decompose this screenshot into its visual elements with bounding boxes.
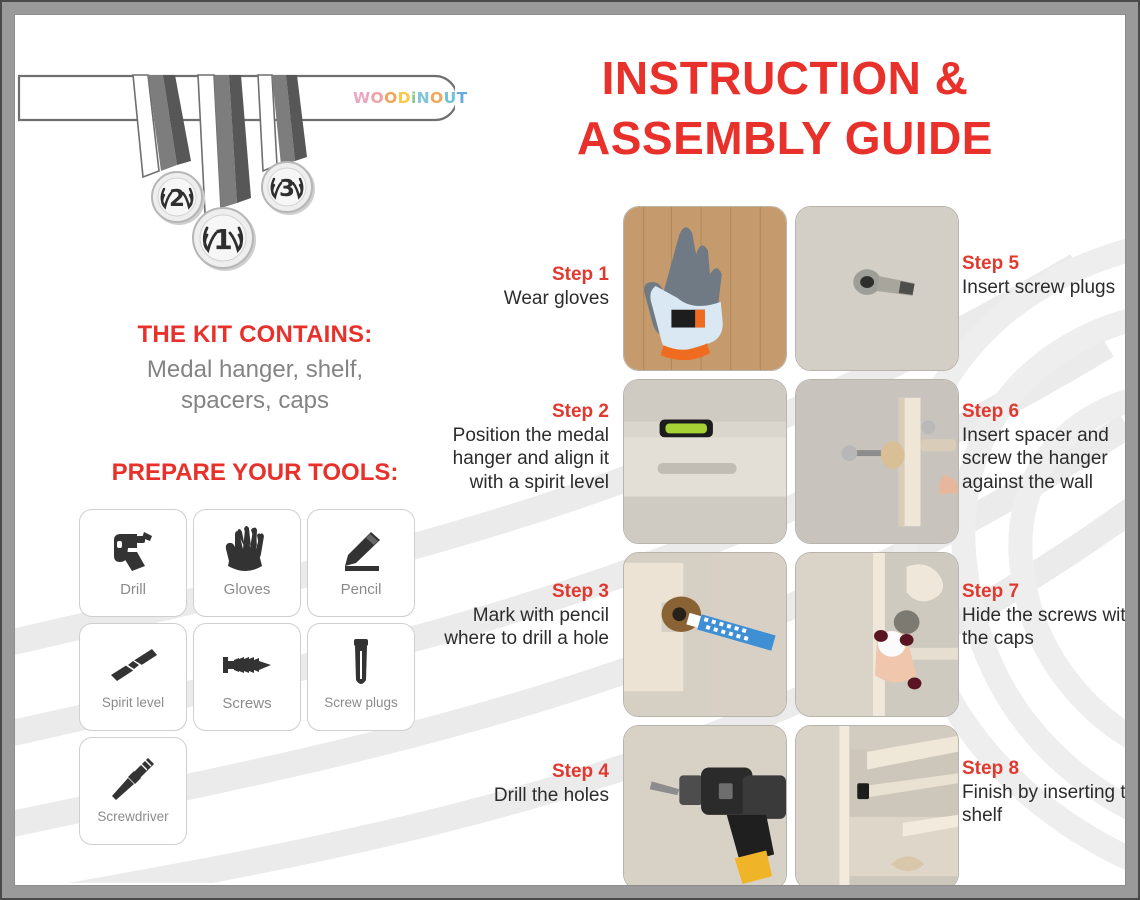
kit-body-line-2: spacers, caps	[180, 386, 330, 414]
svg-text:2: 2	[169, 186, 185, 212]
logo-letter-1: O	[370, 89, 385, 107]
gloves-on-wood-photo	[623, 206, 787, 371]
step-8-text: Finish by inserting the shelf	[962, 781, 1126, 827]
step-caption-4: Step 4 Drill the holes	[429, 760, 609, 807]
step-4-text: Drill the holes	[493, 784, 609, 806]
screw-icon	[221, 636, 273, 694]
step-4-number: Step 4	[551, 761, 609, 782]
drilling-wall-photo	[623, 725, 787, 885]
step-1-text: Wear gloves	[503, 287, 609, 309]
kit-contains-section: THE KIT CONTAINS: Medal hanger, shelf, s…	[75, 321, 435, 416]
step-caption-1: Step 1 Wear gloves	[429, 263, 609, 310]
page-title: INSTRUCTION & ASSEMBLY GUIDE	[515, 49, 1055, 169]
step-2-number: Step 2	[551, 401, 609, 422]
step-2-text: Position the medal hanger and align it w…	[452, 424, 609, 493]
step-caption-8: Step 8 Finish by inserting the shelf	[962, 757, 1126, 828]
step-caption-2: Step 2 Position the medal hanger and ali…	[429, 400, 609, 494]
step-6-number: Step 6	[962, 401, 1020, 422]
gloves-icon	[223, 522, 271, 580]
step-5-text: Insert screw plugs	[962, 276, 1116, 298]
instruction-poster: 2 1 3 WOODiNOUT INSTRUCTION & ASSEMBLY G…	[0, 0, 1140, 900]
medal-2: 2	[151, 171, 205, 225]
kit-body-line-1: Medal hanger, shelf,	[146, 356, 364, 383]
logo-letter-3: D	[397, 89, 411, 107]
kit-contains-heading: THE KIT CONTAINS:	[137, 321, 373, 348]
spirit-level-on-hanger-photo	[623, 379, 787, 544]
tool-card-drill[interactable]: Drill	[79, 509, 187, 617]
inserting-shelf-photo	[795, 725, 959, 885]
tool-card-gloves[interactable]: Gloves	[193, 509, 301, 617]
woodinout-logo: WOODiNOUT	[353, 89, 468, 107]
step-6-text: Insert spacer and screw the hanger again…	[962, 424, 1109, 493]
drill-icon	[108, 522, 158, 580]
step-caption-3: Step 3 Mark with pencil where to drill a…	[429, 580, 609, 651]
step-caption-7: Step 7 Hide the screws with the caps	[962, 580, 1126, 651]
medal-1: 1	[192, 207, 256, 271]
tool-label: Drill	[120, 581, 146, 598]
tools-grid: Drill Gloves Pencil Spirit level Screws Screw…	[79, 509, 423, 845]
tool-card-screws[interactable]: Screws	[193, 623, 301, 731]
step-caption-6: Step 6 Insert spacer and screw the hange…	[962, 400, 1125, 494]
step-3-number: Step 3	[551, 581, 609, 602]
spacer-and-screw-photo	[795, 379, 959, 544]
tool-card-screwdriver[interactable]: Screwdriver	[79, 737, 187, 845]
tool-card-screw-plugs[interactable]: Screw plugs	[307, 623, 415, 731]
tool-label: Pencil	[340, 581, 382, 598]
tool-label: Screws	[222, 695, 272, 712]
step-5-number: Step 5	[962, 253, 1020, 274]
poster-canvas: 2 1 3 WOODiNOUT INSTRUCTION & ASSEMBLY G…	[14, 14, 1126, 886]
step-1-number: Step 1	[551, 264, 609, 285]
tool-card-spirit-level[interactable]: Spirit level	[79, 623, 187, 731]
cap-over-screw-photo	[795, 552, 959, 717]
title-line-1: INSTRUCTION &	[601, 52, 969, 104]
pencil-icon	[337, 522, 385, 580]
prepare-tools-heading: PREPARE YOUR TOOLS:	[111, 459, 399, 486]
step-8-number: Step 8	[962, 758, 1020, 779]
step-7-text: Hide the screws with the caps	[962, 604, 1126, 650]
tool-label: Gloves	[223, 581, 271, 598]
screw-plug-in-wall-photo	[795, 206, 959, 371]
screw-plug-icon	[350, 636, 372, 694]
svg-text:3: 3	[279, 176, 295, 202]
logo-letter-5: N	[416, 89, 431, 107]
step-caption-5: Step 5 Insert screw plugs	[962, 252, 1125, 299]
steps-photo-grid	[623, 206, 959, 885]
logo-letter-0: W	[353, 89, 371, 107]
tool-label: Spirit level	[101, 695, 165, 710]
logo-letter-2: O	[384, 89, 398, 107]
title-line-2: ASSEMBLY GUIDE	[577, 111, 993, 164]
logo-letter-7: U	[443, 89, 457, 107]
tool-label: Screw plugs	[324, 695, 398, 710]
medal-3: 3	[261, 161, 315, 215]
step-3-text: Mark with pencil where to drill a hole	[444, 604, 609, 650]
kit-contains-body: Medal hanger, shelf, spacers, caps	[75, 355, 435, 416]
svg-text:1: 1	[213, 223, 232, 256]
spirit-level-icon	[108, 636, 158, 694]
tool-card-pencil[interactable]: Pencil	[307, 509, 415, 617]
logo-letter-8: T	[456, 89, 468, 107]
screwdriver-icon	[108, 750, 158, 808]
step-7-number: Step 7	[962, 581, 1020, 602]
logo-letter-6: O	[430, 89, 444, 107]
pencil-marking-hole-photo	[623, 552, 787, 717]
tool-label: Screwdriver	[97, 809, 169, 824]
